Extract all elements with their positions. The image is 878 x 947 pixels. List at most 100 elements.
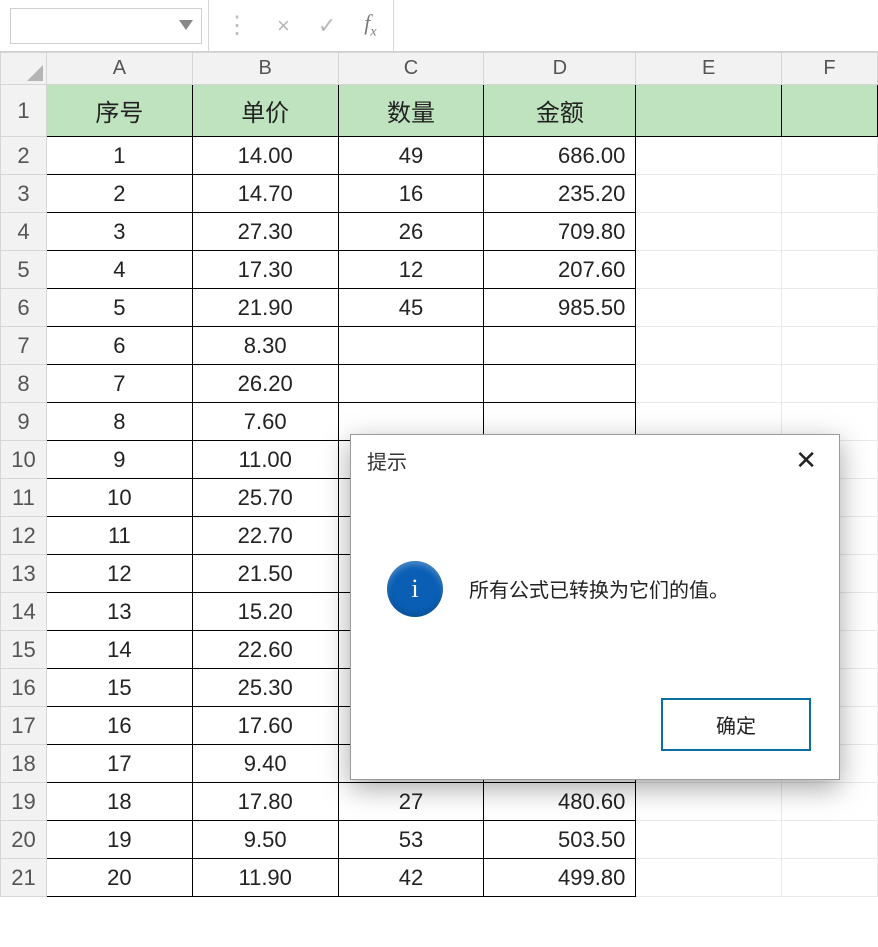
row-header[interactable]: 8 [1, 365, 47, 403]
cell[interactable] [782, 213, 878, 251]
row-header[interactable]: 19 [1, 783, 47, 821]
cell[interactable]: 7 [46, 365, 192, 403]
row-header[interactable]: 10 [1, 441, 47, 479]
cell[interactable]: 985.50 [484, 289, 636, 327]
cell[interactable]: 单价 [192, 85, 338, 137]
row-header[interactable]: 20 [1, 821, 47, 859]
cell[interactable] [338, 327, 484, 365]
name-box[interactable] [10, 8, 202, 44]
col-header-F[interactable]: F [782, 53, 878, 85]
cell[interactable]: 13 [46, 593, 192, 631]
cell[interactable]: 27 [338, 783, 484, 821]
cell[interactable]: 25.30 [192, 669, 338, 707]
cell[interactable] [782, 327, 878, 365]
cell[interactable]: 207.60 [484, 251, 636, 289]
worksheet[interactable]: A B C D E F 1序号单价数量金额2114.0049686.003214… [0, 52, 878, 897]
cell[interactable]: 503.50 [484, 821, 636, 859]
cell[interactable]: 序号 [46, 85, 192, 137]
cell[interactable]: 9.50 [192, 821, 338, 859]
row-header[interactable]: 11 [1, 479, 47, 517]
cell[interactable] [782, 251, 878, 289]
row-header[interactable]: 17 [1, 707, 47, 745]
cell[interactable]: 499.80 [484, 859, 636, 897]
cell[interactable] [782, 137, 878, 175]
cell[interactable]: 49 [338, 137, 484, 175]
cell[interactable]: 25.70 [192, 479, 338, 517]
cell[interactable] [636, 251, 782, 289]
cell[interactable]: 2 [46, 175, 192, 213]
cell[interactable]: 15.20 [192, 593, 338, 631]
cell[interactable]: 21.50 [192, 555, 338, 593]
cell[interactable]: 10 [46, 479, 192, 517]
row-header[interactable]: 14 [1, 593, 47, 631]
cell[interactable] [782, 175, 878, 213]
cell[interactable]: 53 [338, 821, 484, 859]
cell[interactable]: 金额 [484, 85, 636, 137]
cell[interactable]: 22.70 [192, 517, 338, 555]
cell[interactable]: 27.30 [192, 213, 338, 251]
cell[interactable]: 1 [46, 137, 192, 175]
row-header[interactable]: 18 [1, 745, 47, 783]
cell[interactable] [636, 327, 782, 365]
select-all-corner[interactable] [1, 53, 47, 85]
cell[interactable]: 42 [338, 859, 484, 897]
fx-icon[interactable]: fx [364, 10, 376, 40]
cell[interactable]: 16 [338, 175, 484, 213]
cell[interactable]: 11 [46, 517, 192, 555]
cell[interactable] [636, 85, 782, 137]
cell[interactable] [636, 175, 782, 213]
cell[interactable]: 686.00 [484, 137, 636, 175]
cell[interactable]: 16 [46, 707, 192, 745]
cell[interactable]: 3 [46, 213, 192, 251]
cell[interactable]: 45 [338, 289, 484, 327]
row-header[interactable]: 7 [1, 327, 47, 365]
cell[interactable] [484, 365, 636, 403]
cell[interactable]: 12 [338, 251, 484, 289]
col-header-D[interactable]: D [484, 53, 636, 85]
cell[interactable]: 18 [46, 783, 192, 821]
cell[interactable]: 11.90 [192, 859, 338, 897]
cell[interactable]: 11.00 [192, 441, 338, 479]
cell[interactable] [636, 821, 782, 859]
cell[interactable] [636, 213, 782, 251]
cell[interactable]: 7.60 [192, 403, 338, 441]
cell[interactable]: 17.30 [192, 251, 338, 289]
cell[interactable]: 21.90 [192, 289, 338, 327]
cell[interactable]: 14 [46, 631, 192, 669]
cell[interactable]: 709.80 [484, 213, 636, 251]
cell[interactable] [782, 783, 878, 821]
cell[interactable]: 12 [46, 555, 192, 593]
formula-input[interactable] [394, 0, 878, 51]
cell[interactable]: 20 [46, 859, 192, 897]
row-header[interactable]: 15 [1, 631, 47, 669]
cell[interactable]: 6 [46, 327, 192, 365]
cell[interactable]: 数量 [338, 85, 484, 137]
cell[interactable]: 4 [46, 251, 192, 289]
cancel-icon[interactable]: × [277, 13, 290, 39]
row-header[interactable]: 12 [1, 517, 47, 555]
col-header-B[interactable]: B [192, 53, 338, 85]
row-header[interactable]: 9 [1, 403, 47, 441]
row-header[interactable]: 1 [1, 85, 47, 137]
ok-button[interactable]: 确定 [661, 698, 811, 751]
col-header-E[interactable]: E [636, 53, 782, 85]
cell[interactable] [782, 365, 878, 403]
confirm-icon[interactable]: ✓ [318, 13, 336, 39]
cell[interactable] [636, 365, 782, 403]
cell[interactable] [782, 859, 878, 897]
row-header[interactable]: 3 [1, 175, 47, 213]
row-header[interactable]: 13 [1, 555, 47, 593]
cell[interactable]: 17.80 [192, 783, 338, 821]
cell[interactable] [636, 289, 782, 327]
row-header[interactable]: 2 [1, 137, 47, 175]
cell[interactable]: 8 [46, 403, 192, 441]
cell[interactable] [782, 821, 878, 859]
cell[interactable]: 8.30 [192, 327, 338, 365]
cell[interactable]: 5 [46, 289, 192, 327]
close-icon[interactable]: ✕ [787, 445, 825, 475]
row-header[interactable]: 21 [1, 859, 47, 897]
dialog-titlebar[interactable]: 提示 ✕ [351, 435, 839, 479]
cell[interactable]: 9.40 [192, 745, 338, 783]
cell[interactable]: 9 [46, 441, 192, 479]
col-header-A[interactable]: A [46, 53, 192, 85]
